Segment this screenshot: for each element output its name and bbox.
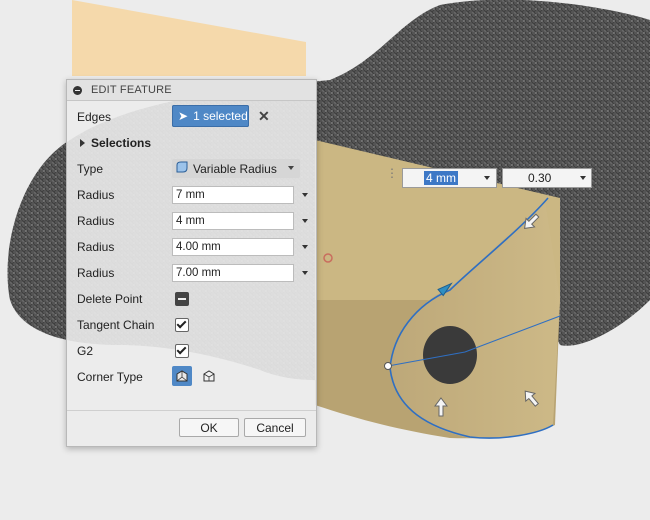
edges-selection-value: 1 selected [193, 109, 248, 123]
type-label: Type [77, 162, 104, 176]
radius-dropdown-icon[interactable] [302, 245, 308, 249]
footer-divider [67, 410, 316, 411]
radius-row-4: Radius 7.00 mm [77, 262, 308, 284]
pointer-icon: ➤ [178, 109, 189, 123]
g2-checkbox[interactable] [175, 344, 189, 358]
type-dropdown[interactable]: Variable Radius [172, 159, 300, 178]
selections-section[interactable]: Selections [80, 136, 151, 150]
selections-label: Selections [91, 136, 152, 150]
viewport-position-value[interactable]: 0.30 [528, 171, 551, 185]
clear-selection-icon[interactable]: ✕ [258, 108, 270, 125]
dimension-handle-icon: ⋮ [386, 166, 398, 180]
delete-point-label: Delete Point [77, 292, 143, 306]
radius-row-2: Radius 4 mm [77, 210, 308, 232]
type-row: Type Variable Radius [77, 158, 306, 180]
radius-label: Radius [77, 266, 115, 280]
radius-dropdown-icon[interactable] [302, 219, 308, 223]
tangent-chain-row: Tangent Chain [77, 314, 306, 336]
g2-row: G2 [77, 340, 306, 362]
expand-triangle-icon [80, 139, 85, 147]
radius-dropdown-icon[interactable] [302, 193, 308, 197]
variable-radius-icon [175, 160, 189, 177]
rolling-ball-corner-icon [176, 370, 188, 382]
radius-label: Radius [77, 214, 115, 228]
radius-input-3[interactable]: 4.00 mm [172, 238, 294, 256]
edges-row: Edges ➤ 1 selected ✕ [77, 105, 306, 128]
radius-row-3: Radius 4.00 mm [77, 236, 308, 258]
radius-dropdown-icon[interactable] [302, 271, 308, 275]
delete-point-button[interactable] [175, 292, 189, 306]
edit-feature-panel: EDIT FEATURE Edges ➤ 1 selected ✕ Select… [66, 79, 317, 447]
cancel-button[interactable]: Cancel [244, 418, 306, 437]
delete-point-row: Delete Point [77, 288, 306, 310]
type-value: Variable Radius [193, 161, 277, 176]
g2-label: G2 [77, 344, 94, 358]
radius-label: Radius [77, 240, 115, 254]
viewport-position-dropdown-icon[interactable] [580, 176, 586, 180]
collapse-icon[interactable] [73, 85, 82, 95]
viewport-radius-dropdown-icon[interactable] [484, 176, 490, 180]
corner-type-rolling-ball-button[interactable] [172, 366, 192, 386]
edges-label: Edges [77, 110, 112, 124]
viewport-radius-field[interactable]: 4 mm [402, 168, 497, 188]
tangent-chain-checkbox[interactable] [175, 318, 189, 332]
corner-type-label: Corner Type [77, 370, 143, 384]
viewport-radius-value[interactable]: 4 mm [424, 171, 458, 185]
viewport-position-field[interactable]: 0.30 [502, 168, 592, 188]
panel-title: EDIT FEATURE [91, 84, 172, 96]
corner-type-setback-button[interactable] [199, 366, 219, 386]
radius-point[interactable] [384, 362, 392, 370]
radius-input-2[interactable]: 4 mm [172, 212, 294, 230]
radius-row-1: Radius 7 mm [77, 184, 308, 206]
setback-corner-icon [203, 370, 215, 382]
radius-input-4[interactable]: 7.00 mm [172, 264, 294, 282]
type-dropdown-arrow-icon [288, 166, 294, 170]
selections-row[interactable]: Selections [77, 132, 306, 154]
radius-input-1[interactable]: 7 mm [172, 186, 294, 204]
panel-header: EDIT FEATURE [67, 80, 316, 101]
radius-label: Radius [77, 188, 115, 202]
ok-button[interactable]: OK [179, 418, 239, 437]
corner-type-row: Corner Type [77, 366, 306, 388]
tangent-chain-label: Tangent Chain [77, 318, 155, 332]
edges-selection-button[interactable]: ➤ 1 selected [172, 105, 249, 127]
